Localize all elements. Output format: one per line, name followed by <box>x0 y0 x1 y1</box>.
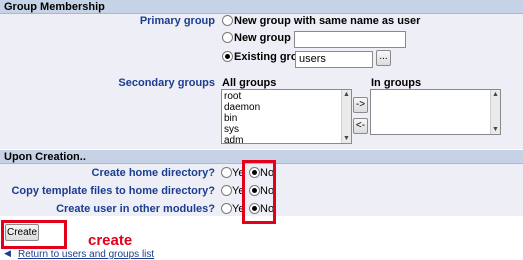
group-membership-header: Group Membership <box>0 0 523 14</box>
in-groups-list[interactable]: ▲ ▼ <box>370 89 501 135</box>
all-groups-list[interactable]: root daemon bin sys adm ▲ ▼ <box>221 89 352 144</box>
back-arrow-icon[interactable]: ◀ <box>4 249 14 258</box>
all-groups-heading: All groups <box>222 77 277 89</box>
browse-group-button[interactable]: ... <box>376 50 391 66</box>
in-groups-heading: In groups <box>371 77 422 89</box>
scroll-up-icon[interactable]: ▲ <box>491 90 500 99</box>
list-item[interactable]: daemon <box>222 102 351 113</box>
list-item[interactable]: adm <box>222 135 351 143</box>
copy-template-yes-radio[interactable] <box>221 185 232 196</box>
radio-new-group[interactable] <box>222 32 233 43</box>
create-in-other-modules-yes-radio[interactable] <box>221 203 232 214</box>
return-link[interactable]: Return to users and groups list <box>18 249 154 260</box>
create-home-dir-yes-radio[interactable] <box>221 167 232 178</box>
in-groups-scrollbar[interactable]: ▲ ▼ <box>490 90 500 134</box>
scroll-up-icon[interactable]: ▲ <box>342 90 351 99</box>
create-annotation: create <box>88 232 133 249</box>
scroll-down-icon[interactable]: ▼ <box>491 125 500 134</box>
list-item[interactable]: root <box>222 91 351 102</box>
list-item[interactable]: bin <box>222 113 351 124</box>
no-options-highlight <box>242 160 276 224</box>
add-group-button[interactable]: -> <box>353 97 368 113</box>
create-button-highlight <box>1 220 67 249</box>
new-group-input[interactable] <box>294 31 406 48</box>
radio-new-group-same-name[interactable] <box>222 15 233 26</box>
radio-new-group-label: New group <box>234 32 291 44</box>
radio-existing-group[interactable] <box>222 51 233 62</box>
remove-group-button[interactable]: <- <box>353 118 368 134</box>
primary-group-label: Primary group <box>139 15 215 27</box>
list-item[interactable]: sys <box>222 124 351 135</box>
secondary-groups-label: Secondary groups <box>118 77 215 89</box>
copy-template-label: Copy template files to home directory? <box>11 185 215 197</box>
all-groups-scrollbar[interactable]: ▲ ▼ <box>341 90 351 143</box>
create-in-other-modules-label: Create user in other modules? <box>56 203 215 215</box>
existing-group-input[interactable]: users <box>295 51 373 68</box>
radio-new-group-same-name-label: New group with same name as user <box>234 15 421 27</box>
create-home-dir-label: Create home directory? <box>91 167 215 179</box>
scroll-down-icon[interactable]: ▼ <box>342 134 351 143</box>
